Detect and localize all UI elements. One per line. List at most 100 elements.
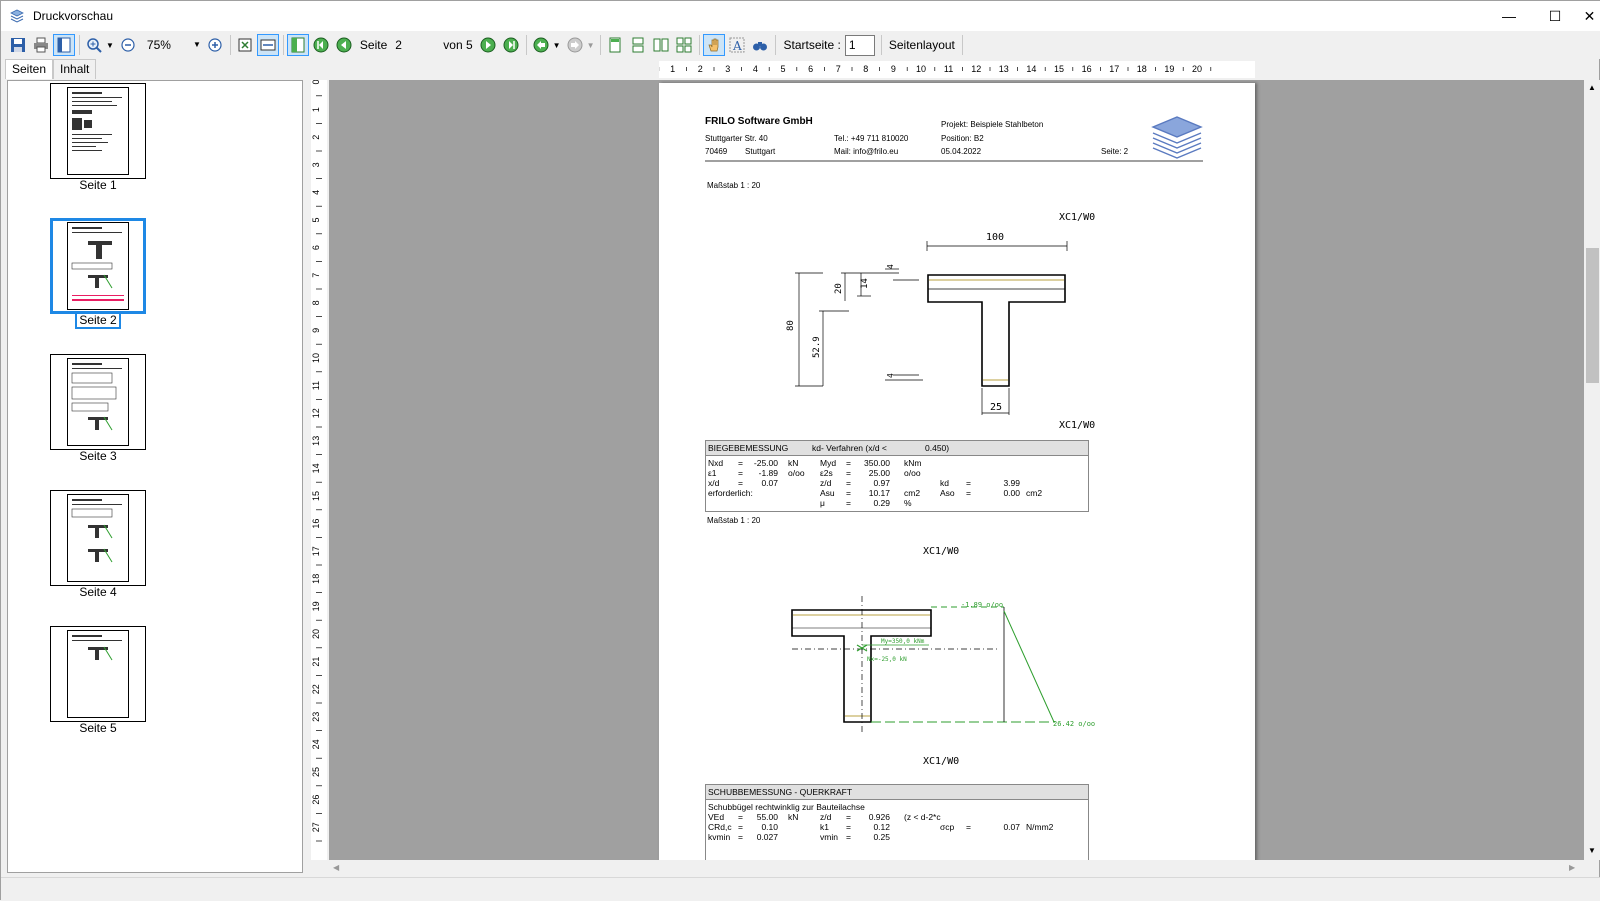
text-select-button[interactable]: A bbox=[726, 34, 748, 56]
bending-row: Nxd = -25.00 kN Myd = 350.00 kNm bbox=[708, 458, 1086, 468]
thumbnail-page-4[interactable] bbox=[50, 490, 146, 586]
zoom-in-button[interactable] bbox=[83, 34, 105, 56]
ruler-tick-label: 14 bbox=[311, 463, 321, 473]
start-page-input[interactable] bbox=[844, 34, 875, 56]
tab-pages[interactable]: Seiten bbox=[5, 59, 54, 79]
find-button[interactable] bbox=[749, 34, 771, 56]
shear-cell: z/d bbox=[820, 812, 832, 822]
zoom-dropdown-caret[interactable]: ▼ bbox=[106, 41, 114, 50]
page-miniature bbox=[71, 227, 124, 301]
bending-cell: Myd bbox=[820, 458, 837, 468]
toolbar-separator bbox=[229, 35, 231, 55]
horizontal-ruler: 01234567891011121314151617181920 bbox=[659, 61, 1255, 78]
document-date: 05.04.2022 bbox=[941, 147, 982, 156]
bending-cell: x/d bbox=[708, 478, 720, 488]
zoom-plus-icon bbox=[208, 38, 222, 52]
bending-design-table: BIEGEBEMESSUNG kd- Verfahren (x/d < 0.45… bbox=[705, 440, 1089, 512]
single-page-button[interactable] bbox=[604, 34, 626, 56]
two-pages-button[interactable] bbox=[650, 34, 672, 56]
page-miniature bbox=[71, 363, 122, 431]
zoom-select[interactable]: 75% ▼ bbox=[143, 35, 201, 56]
thumbnail-page-2[interactable] bbox=[50, 218, 146, 314]
ruler-tick-label: 3 bbox=[311, 162, 321, 167]
ruler-tick-label: 5 bbox=[780, 64, 785, 74]
toolbar-separator bbox=[880, 35, 882, 55]
first-page-button[interactable] bbox=[310, 34, 332, 56]
bending-cell: = bbox=[846, 488, 851, 498]
ruler-tick-label: 19 bbox=[311, 601, 321, 611]
shear-cell: 0.12 bbox=[873, 822, 890, 832]
zoom-reset-button[interactable] bbox=[204, 34, 226, 56]
page-setup-button[interactable] bbox=[53, 34, 75, 56]
binoculars-icon bbox=[753, 42, 768, 51]
side-tabs: Seiten Inhalt bbox=[5, 59, 97, 79]
bending-cell: 25.00 bbox=[868, 468, 890, 478]
ruler-tick-label: 13 bbox=[311, 436, 321, 446]
zoom-out-button[interactable] bbox=[117, 34, 139, 56]
bending-cell: ε2s bbox=[820, 468, 833, 478]
thumbnail-label-2: Seite 2 bbox=[50, 311, 146, 329]
scroll-left-icon[interactable]: ◀ bbox=[333, 863, 339, 872]
shear-row: VEd = 55.00 kN z/d = 0.926 (z < d-2*c bbox=[708, 812, 1086, 822]
scroll-right-icon[interactable]: ▶ bbox=[1569, 863, 1575, 872]
company-city: Stuttgart bbox=[745, 147, 776, 156]
thumbnail-label-4: Seite 4 bbox=[79, 585, 117, 599]
preview-area[interactable]: FRILO Software GmbH Stuttgarter Str. 40 … bbox=[329, 80, 1584, 860]
bending-cell: ε1 bbox=[708, 468, 717, 478]
maximize-button[interactable]: ☐ bbox=[1532, 1, 1578, 31]
thumbnail-page-1[interactable] bbox=[50, 83, 146, 179]
fit-page-button[interactable] bbox=[234, 34, 256, 56]
save-button[interactable] bbox=[7, 34, 29, 56]
bending-cell: 0.29 bbox=[873, 498, 890, 508]
strain-label-bottom: 26.42 o/oo bbox=[1053, 720, 1095, 728]
thumbnail-page-3[interactable] bbox=[50, 354, 146, 450]
scroll-up-icon[interactable]: ▲ bbox=[1588, 83, 1596, 92]
ruler-tick-label: 15 bbox=[311, 491, 321, 501]
tab-contents[interactable]: Inhalt bbox=[53, 59, 97, 79]
minimize-button[interactable]: — bbox=[1486, 1, 1532, 31]
back-button[interactable] bbox=[530, 34, 552, 56]
ruler-tick-label: 18 bbox=[1137, 64, 1147, 74]
continuous-page-icon bbox=[632, 37, 644, 53]
multi-pages-button[interactable] bbox=[673, 34, 695, 56]
shear-table-header: SCHUBBEMESSUNG - QUERKRAFT bbox=[706, 785, 1088, 800]
next-page-button[interactable] bbox=[477, 34, 499, 56]
thumbnail-panel: Seite 1 Seite 2 Seite 3 Seite 4 Seite 5 bbox=[7, 80, 303, 873]
back-dropdown-caret[interactable]: ▼ bbox=[553, 41, 561, 50]
last-page-button[interactable] bbox=[500, 34, 522, 56]
hand-tool-button[interactable] bbox=[703, 34, 726, 56]
previous-page-button[interactable] bbox=[333, 34, 355, 56]
thumbnail-page-5[interactable] bbox=[50, 626, 146, 722]
fit-width-button[interactable] bbox=[256, 34, 279, 56]
shear-cell: = bbox=[966, 822, 971, 832]
page-number-field[interactable]: 2 bbox=[395, 38, 435, 52]
fit-width-icon bbox=[260, 39, 276, 51]
ruler-tick-label: 14 bbox=[1026, 64, 1036, 74]
ruler-tick-label: 22 bbox=[311, 684, 321, 694]
company-street: Stuttgarter Str. 40 bbox=[705, 134, 768, 143]
document-page-number: Seite: 2 bbox=[1101, 147, 1129, 156]
thumbnail-toggle-button[interactable] bbox=[286, 34, 309, 56]
thumbnail-preview bbox=[67, 630, 129, 718]
scroll-down-icon[interactable]: ▼ bbox=[1588, 846, 1596, 855]
forward-button[interactable] bbox=[564, 34, 586, 56]
ruler-tick-label: 25 bbox=[311, 767, 321, 777]
ruler-tick-label: 5 bbox=[311, 217, 321, 222]
shear-table-body: VEd = 55.00 kN z/d = 0.926 (z < d-2*c CRd,c = 0.10… bbox=[706, 812, 1088, 842]
thumbnail-preview bbox=[67, 358, 129, 446]
printer-icon bbox=[34, 37, 48, 53]
bending-cell: erforderlich: bbox=[708, 488, 753, 498]
print-button[interactable] bbox=[30, 34, 52, 56]
shear-cell: (z < d-2*c bbox=[904, 812, 941, 822]
hand-icon bbox=[708, 38, 719, 52]
page-layout-button[interactable]: Seitenlayout bbox=[889, 38, 955, 52]
two-pages-icon bbox=[653, 38, 669, 52]
forward-dropdown-caret[interactable]: ▼ bbox=[587, 41, 595, 50]
horizontal-scrollbar[interactable]: ◀ ▶ bbox=[329, 860, 1584, 877]
ruler-tick-label: 11 bbox=[311, 381, 321, 390]
vertical-scrollbar[interactable]: ▲ ▼ bbox=[1584, 80, 1600, 860]
continuous-page-button[interactable] bbox=[627, 34, 649, 56]
exposure-label-mid: XC1/W0 bbox=[1059, 420, 1095, 431]
close-button[interactable]: ✕ bbox=[1578, 1, 1600, 31]
scrollbar-thumb[interactable] bbox=[1586, 248, 1599, 383]
